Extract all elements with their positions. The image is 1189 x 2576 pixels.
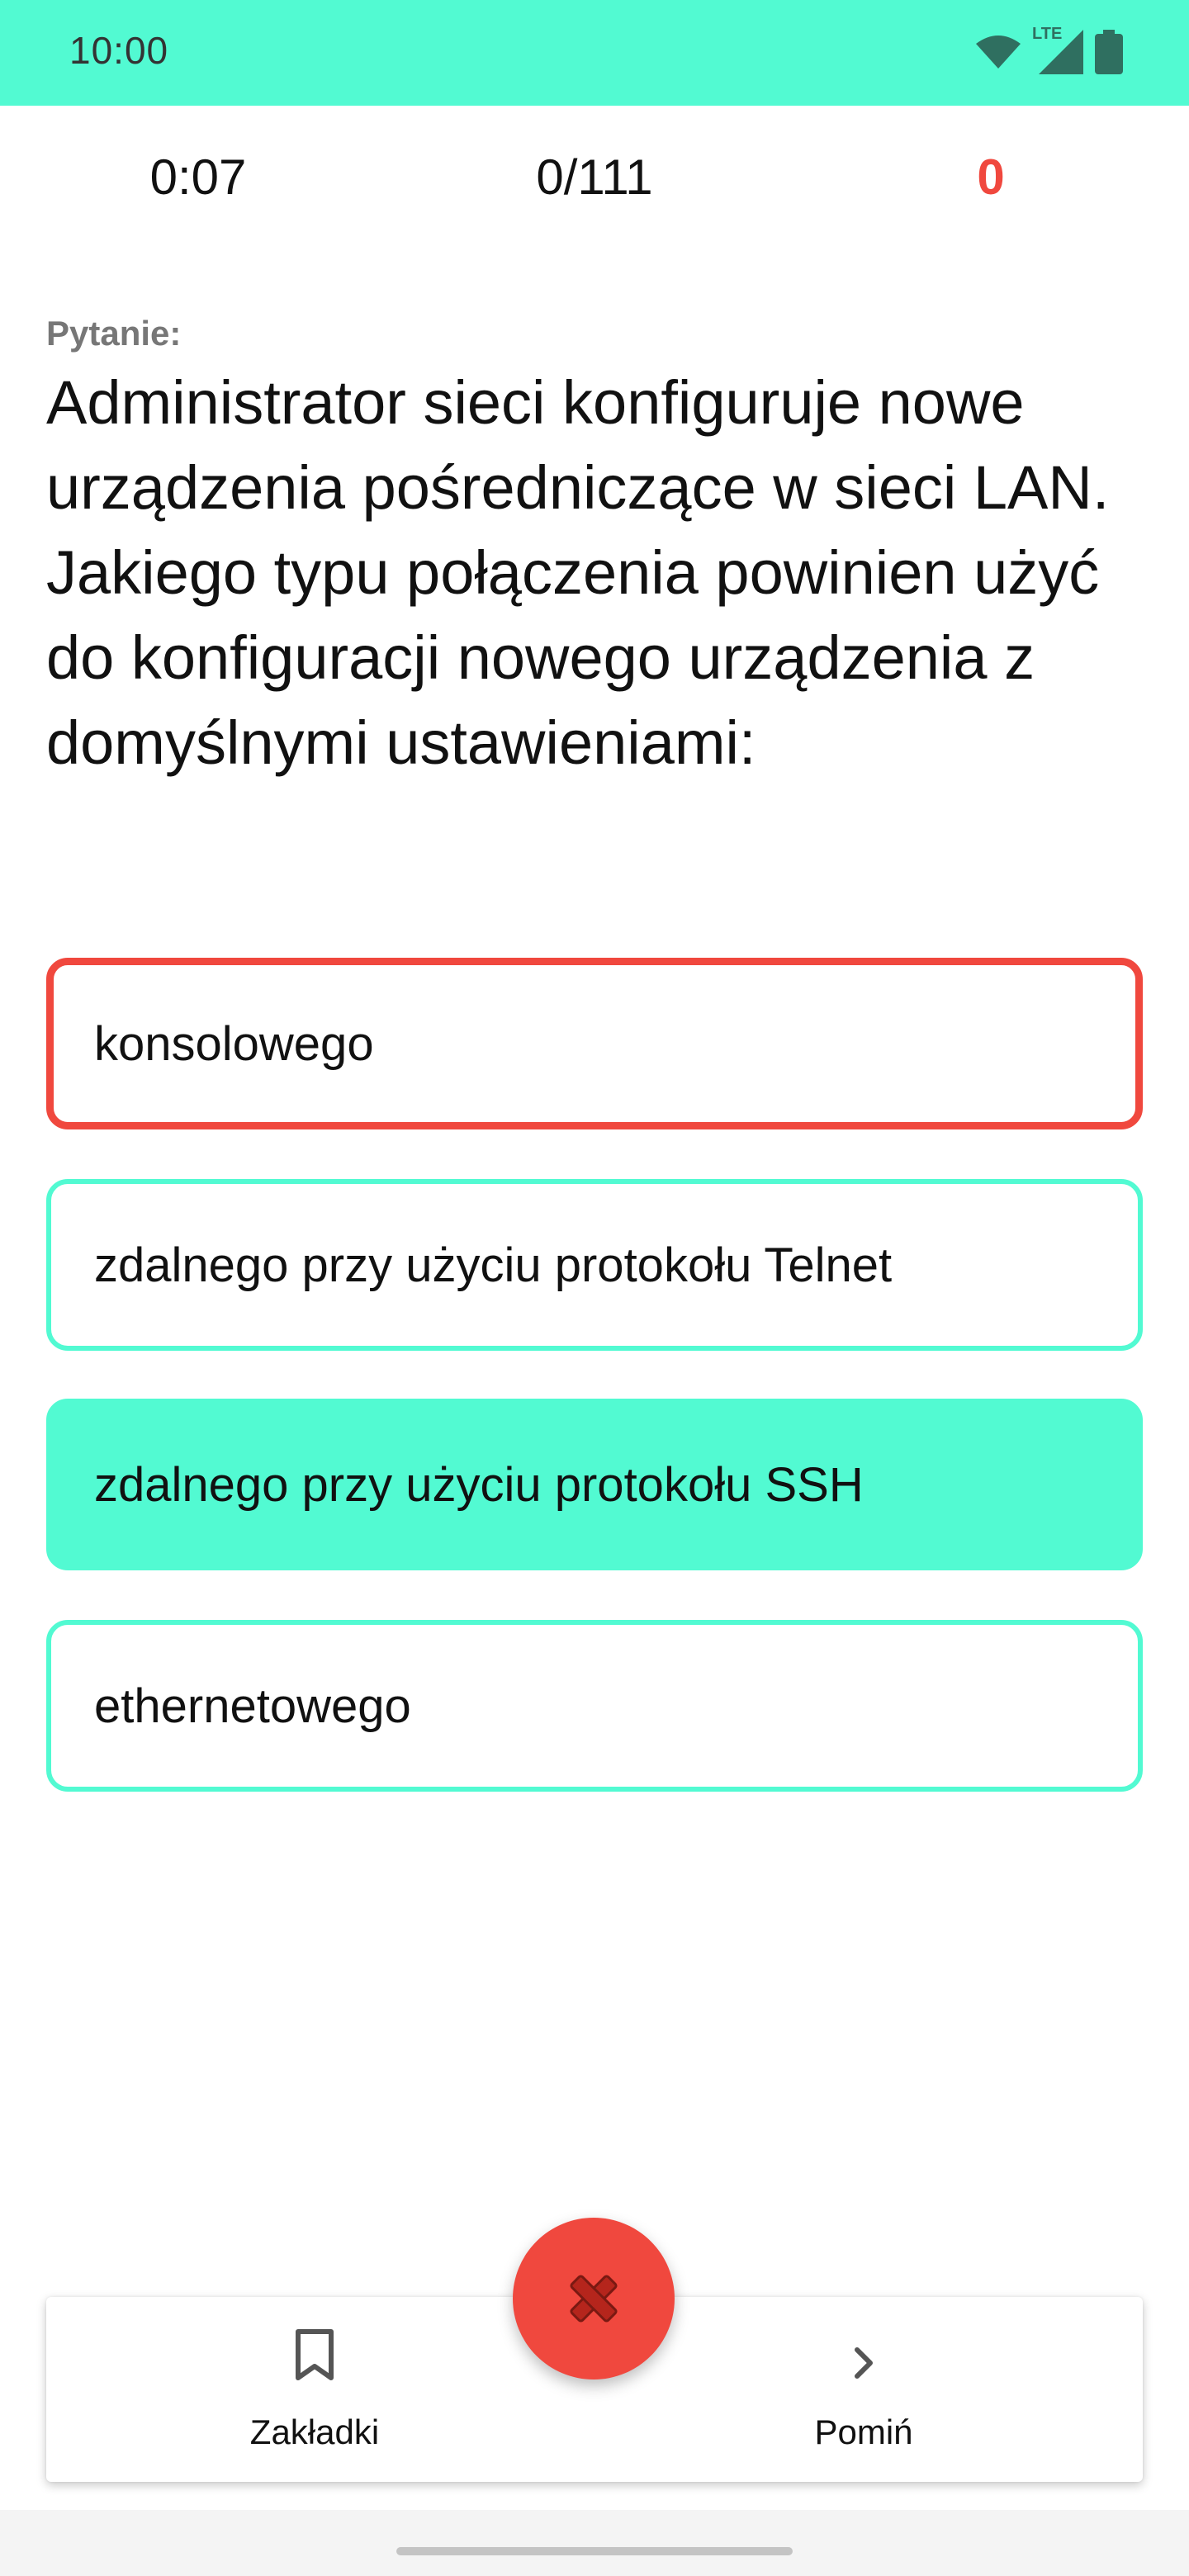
answer-option-label: ethernetowego: [94, 1679, 411, 1733]
system-nav-area: [0, 2510, 1189, 2576]
answer-option-label: zdalnego przy użyciu protokołu SSH: [94, 1457, 864, 1512]
battery-icon: [1095, 30, 1123, 74]
answer-option-2[interactable]: zdalnego przy użyciu protokołu Telnet: [46, 1179, 1143, 1351]
stats-row: 0:07 0/111 0: [0, 149, 1189, 223]
answer-option-3[interactable]: zdalnego przy użyciu protokołu SSH: [46, 1399, 1143, 1570]
answer-option-1[interactable]: konsolowego: [46, 958, 1143, 1129]
status-bar: 10:00 LTE: [0, 0, 1189, 106]
question-text: Administrator sieci konfiguruje nowe urz…: [46, 368, 1110, 777]
status-time: 10:00: [69, 29, 169, 72]
question-progress: 0/111: [536, 149, 653, 205]
close-icon: [570, 2275, 618, 2323]
chevron-right-icon: [855, 2347, 873, 2379]
answer-option-4[interactable]: ethernetowego: [46, 1620, 1143, 1792]
question-caption: Pytanie:: [46, 314, 182, 353]
answer-option-label: konsolowego: [94, 1016, 374, 1071]
wrong-answers-count: 0: [977, 149, 1005, 205]
answer-option-label: zdalnego przy użyciu protokołu Telnet: [94, 1238, 893, 1292]
home-indicator[interactable]: [396, 2547, 793, 2555]
bookmark-icon: [296, 2329, 334, 2380]
bookmarks-button[interactable]: Zakładki: [149, 2297, 480, 2482]
close-button[interactable]: [513, 2218, 675, 2379]
wifi-icon: [976, 36, 1021, 69]
timer: 0:07: [149, 149, 247, 205]
status-icons: LTE: [976, 25, 1123, 79]
signal-icon: LTE: [1032, 25, 1083, 74]
skip-button[interactable]: Pomiń: [699, 2297, 1029, 2482]
skip-label: Pomiń: [814, 2413, 913, 2451]
bookmarks-label: Zakładki: [249, 2413, 380, 2451]
